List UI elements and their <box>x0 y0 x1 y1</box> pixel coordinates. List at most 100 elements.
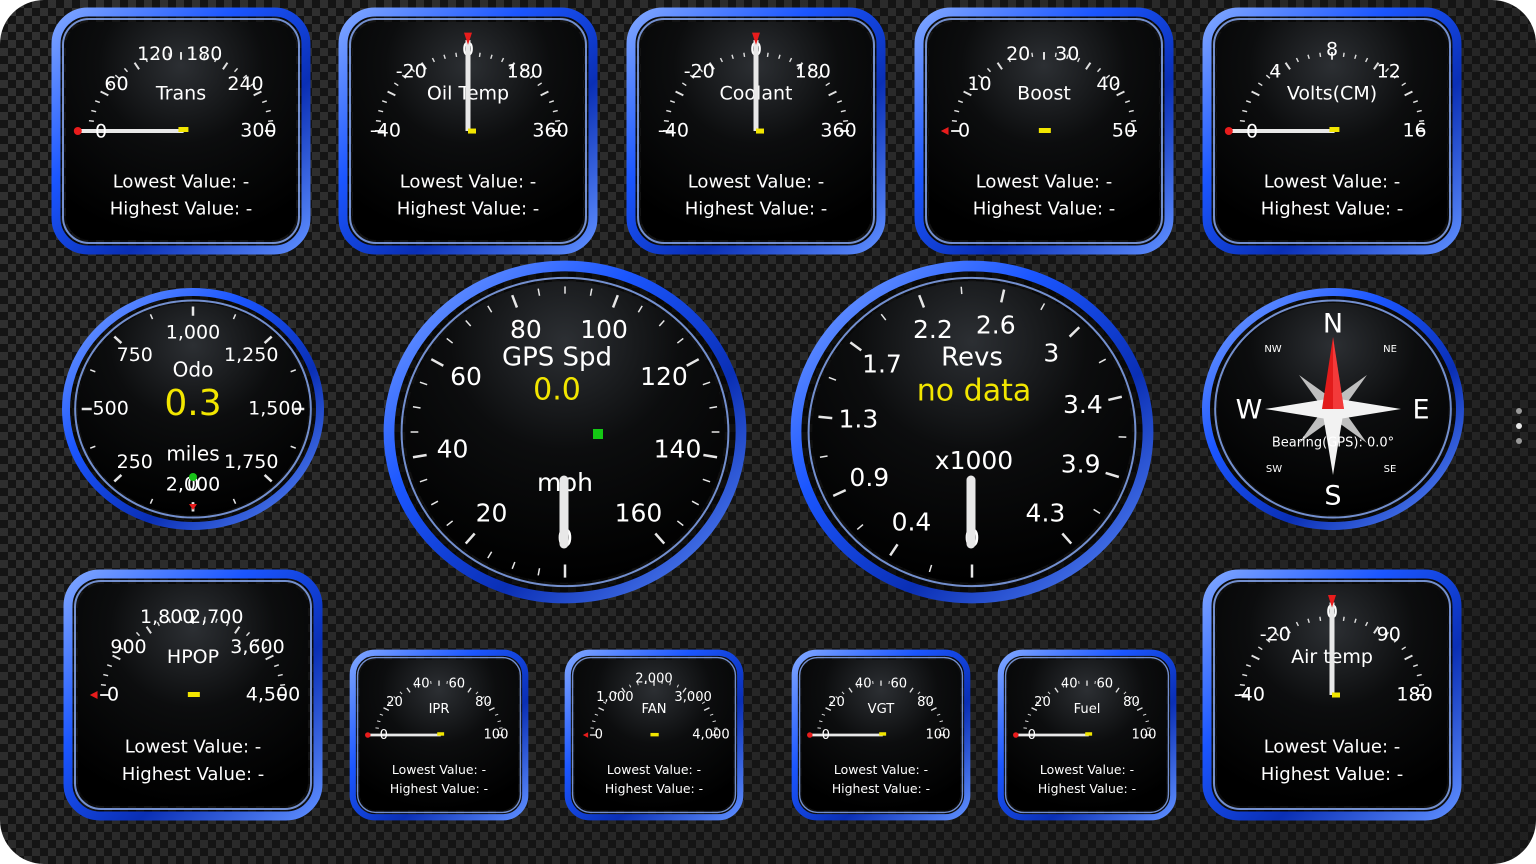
min-marker <box>468 128 476 134</box>
odometer-gauge[interactable]: 0 250 500 750 1,000 1,250 1,500 1,750 2,000 Odo 0.… <box>62 288 324 530</box>
oil-temp-gauge[interactable]: -40-200180360Oil TempLowest Value: -High… <box>338 7 598 255</box>
tick-label: 180 <box>507 60 543 82</box>
tick-label: 360 <box>820 120 856 142</box>
air-temp-gauge[interactable]: -40-20090180Air tempLowest Value: -Highe… <box>1202 569 1462 821</box>
tick-label: 0.9 <box>849 463 889 492</box>
max-marker <box>1038 128 1051 133</box>
tick-label: 2.2 <box>913 315 953 344</box>
highest-value: Highest Value: - <box>1038 781 1136 796</box>
tick-label: 1,000 <box>166 322 220 344</box>
tick-label: 16 <box>1402 120 1426 142</box>
highest-value: Highest Value: - <box>973 199 1116 220</box>
tick-label: 0 <box>958 120 970 142</box>
tick-label: 2,700 <box>189 606 243 628</box>
fuel-gauge[interactable]: 20 40 60 80 100 Fuel 0 Lowest Value: - Highest V… <box>997 649 1177 821</box>
tick-label: -20 <box>396 60 427 82</box>
revs-dial: 00.40.91.31.72.22.633.43.94.3Revsno data… <box>790 260 1154 604</box>
boost-gauge[interactable]: 0 10 20 30 40 50 Boost Lowest Value: - Highest V… <box>914 7 1174 255</box>
tick-mark <box>1031 52 1034 58</box>
gauge-title: VGT <box>868 702 896 717</box>
tick-label: 250 <box>117 451 153 473</box>
gauge-title: Odo <box>173 358 214 382</box>
compass-northwest: NW <box>1264 344 1281 355</box>
tick-label: 20 <box>386 695 403 710</box>
tick-label: 8 <box>1326 38 1338 60</box>
tick-mark <box>88 119 94 122</box>
dashboard-screen: 60 120 180 240 300 Trans 0 Lowest Value: - Highe… <box>0 0 1536 864</box>
tick-mark <box>743 52 746 58</box>
tick-label: 0.4 <box>892 507 932 536</box>
coolant-gauge[interactable]: -40-200180360CoolantLowest Value: -Highe… <box>626 7 886 255</box>
page-indicator-dot[interactable] <box>1516 438 1522 444</box>
revs-value: no data <box>917 374 1031 409</box>
tick-label: 4,000 <box>692 728 730 743</box>
gauge-title: Fuel <box>1074 702 1101 717</box>
vgt-gauge[interactable]: 20 40 60 80 100 VGT 0 Lowest Value: - Highest Va… <box>791 649 971 821</box>
lowest-value: Lowest Value: - <box>125 737 262 758</box>
revs-gauge[interactable]: 00.40.91.31.72.22.633.43.94.3Revsno data… <box>790 260 1154 604</box>
tick-label: 80 <box>510 315 542 344</box>
tick-label: 50 <box>1112 120 1136 142</box>
tick-label: 900 <box>110 636 146 658</box>
compass-north: N <box>1323 309 1343 340</box>
tick-label: 1,250 <box>224 344 278 366</box>
tick-label: 180 <box>1396 684 1432 706</box>
tick-label: 60 <box>104 73 128 95</box>
tick-label: 0 <box>595 728 603 743</box>
hpop-gauge[interactable]: 0 900 1,800 2,700 3,600 4,500 HPOP Lowest Value… <box>63 569 323 821</box>
compass-southwest: SW <box>1266 464 1282 475</box>
max-marker <box>437 732 445 736</box>
page-indicator-dot[interactable] <box>1516 423 1522 429</box>
min-marker <box>807 732 813 738</box>
page-indicator-dot[interactable] <box>1516 408 1522 414</box>
tick-label: 30 <box>1055 43 1079 65</box>
hpop-dial: 0 900 1,8002,700 3,600 4,500 HPOP Lowest Value… <box>63 569 323 821</box>
tick-label: 20 <box>1034 695 1051 710</box>
lowest-value: Lowest Value: - <box>607 762 701 777</box>
highest-value: Highest Value: - <box>685 199 828 220</box>
tick-label: 60 <box>448 677 465 692</box>
tick-mark <box>478 52 481 58</box>
tick-mark <box>818 415 833 420</box>
tick-label: 1.3 <box>838 405 878 434</box>
min-marker <box>73 127 82 135</box>
tick-label: 120 <box>640 362 688 391</box>
gauge-title: Trans <box>155 83 206 105</box>
gauge-title: GPS Spd <box>502 343 612 373</box>
compass-gauge[interactable]: N S W E NW NE SW SE Bearing(GPS): 0.0° <box>1202 288 1464 530</box>
tick-label: 100 <box>580 315 628 344</box>
tick-label: 100 <box>1131 728 1156 743</box>
oil-temp-dial: -40-200180360Oil TempLowest Value: -High… <box>338 7 598 255</box>
lowest-value: Lowest Value: - <box>1040 762 1134 777</box>
trans-dial: 60 120 180240 300 Trans 0 Lowest Value: - Highe… <box>51 7 311 255</box>
tick-label: 180 <box>795 60 831 82</box>
tick-label: 300 <box>240 120 276 142</box>
tick-label: 20 <box>476 499 508 528</box>
tick-label: 0 <box>95 121 107 143</box>
lowest-value: Lowest Value: - <box>834 762 928 777</box>
ipr-gauge[interactable]: 20 40 60 80 100 IPR 0 Lowest Value: - Highest Va… <box>349 649 529 821</box>
lowest-value: Lowest Value: - <box>113 172 250 193</box>
coolant-dial: -40-200180360CoolantLowest Value: -Highe… <box>626 7 886 255</box>
odometer-value: 0.3 <box>164 383 221 424</box>
tick-label: 2.6 <box>976 311 1016 340</box>
highest-value: Highest Value: - <box>122 764 265 785</box>
odometer-marker <box>189 473 197 481</box>
gps-speed-gauge[interactable]: 020406080100120140160GPS Spd0.0mph <box>383 260 747 604</box>
tick-label: 0 <box>380 728 388 743</box>
lowest-value: Lowest Value: - <box>688 172 825 193</box>
fan-gauge[interactable]: 0 1,000 2,000 3,000 4,000 FAN Lowest Value: - H… <box>564 649 744 821</box>
tick-mark <box>100 683 106 686</box>
tick-label: 10 <box>967 73 991 95</box>
volts-gauge[interactable]: 4 8 12 16 Volts(CM) 0 Lowest Value: - Highest V… <box>1202 7 1462 255</box>
vgt-dial: 20 40 60 80 100 VGT 0 Lowest Value: - Highest Va… <box>791 649 971 821</box>
compass-northeast: NE <box>1383 344 1397 355</box>
volts-dial: 4 8 12 16 Volts(CM) 0 Lowest Value: - Highest V… <box>1202 7 1462 255</box>
gps-fix-indicator <box>593 429 603 439</box>
boost-dial: 0 10 20 30 40 50 Boost Lowest Value: - Highest V… <box>914 7 1174 255</box>
tick-label: 140 <box>654 435 702 464</box>
lowest-value: Lowest Value: - <box>1264 172 1401 193</box>
tick-mark <box>1319 52 1322 58</box>
tick-label: 80 <box>475 695 492 710</box>
trans-gauge[interactable]: 60 120 180 240 300 Trans 0 Lowest Value: - Highe… <box>51 7 311 255</box>
